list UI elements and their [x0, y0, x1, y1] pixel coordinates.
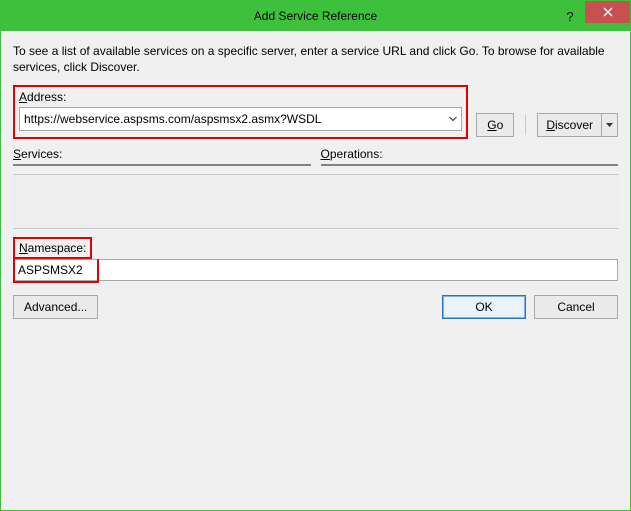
titlebar-controls: ?: [555, 1, 630, 23]
namespace-group: Namespace:: [13, 237, 618, 281]
chevron-down-icon: [606, 123, 613, 128]
close-button[interactable]: [585, 1, 630, 23]
discover-dropdown-button[interactable]: [602, 113, 618, 137]
footer: Advanced... OK Cancel: [13, 295, 618, 319]
address-label: Address:: [19, 90, 462, 104]
chevron-down-icon: [449, 116, 457, 122]
ok-button[interactable]: OK: [442, 295, 526, 319]
address-combobox[interactable]: [19, 107, 462, 131]
titlebar: Add Service Reference ?: [1, 1, 630, 31]
cancel-button[interactable]: Cancel: [534, 295, 618, 319]
discover-button[interactable]: Discover: [537, 113, 602, 137]
status-area: [13, 174, 618, 229]
address-group: Address:: [13, 85, 468, 139]
lists-row: Services: Operations:: [13, 147, 618, 166]
discover-split-button: Discover: [537, 113, 618, 137]
services-label: Services:: [13, 147, 311, 161]
operations-column: Operations:: [321, 147, 619, 166]
client-area: To see a list of available services on a…: [1, 31, 630, 510]
operations-listbox[interactable]: [321, 164, 619, 166]
help-button[interactable]: ?: [555, 1, 585, 31]
advanced-button[interactable]: Advanced...: [13, 295, 98, 319]
dialog-window: Add Service Reference ? To see a list of…: [0, 0, 631, 511]
services-column: Services:: [13, 147, 311, 166]
close-icon: [603, 7, 613, 17]
button-divider: [525, 115, 526, 135]
instructions-text: To see a list of available services on a…: [13, 43, 618, 75]
namespace-label-highlight: Namespace:: [13, 237, 92, 259]
namespace-input[interactable]: [13, 259, 618, 281]
namespace-label: Namespace:: [19, 241, 86, 255]
services-listbox[interactable]: [13, 164, 311, 166]
address-input[interactable]: [20, 108, 445, 130]
window-title: Add Service Reference: [254, 9, 377, 23]
operations-label: Operations:: [321, 147, 619, 161]
address-dropdown-button[interactable]: [445, 108, 461, 130]
go-button[interactable]: Go: [476, 113, 514, 137]
